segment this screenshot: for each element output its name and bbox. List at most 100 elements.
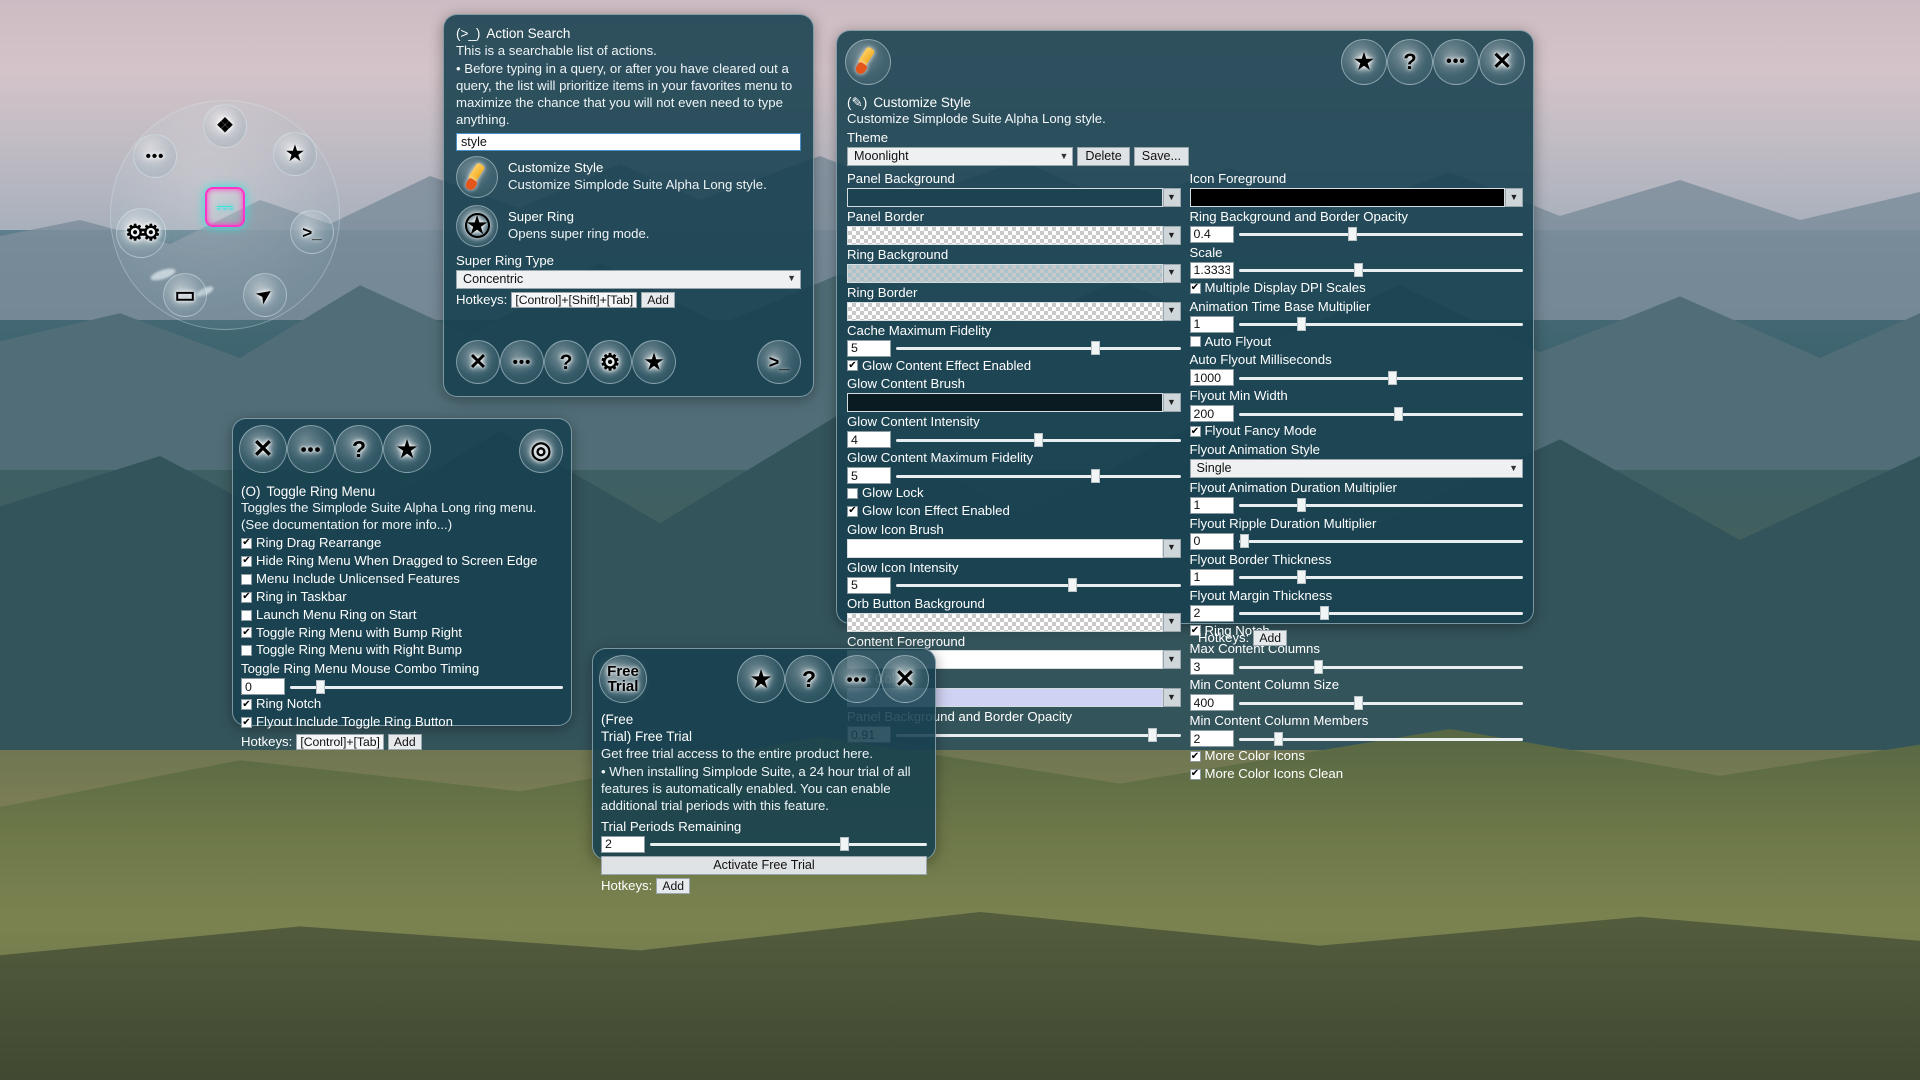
numeric-input[interactable] bbox=[1189, 225, 1234, 243]
action-search-toolbar[interactable]: ✕ ••• ? ⚙ ★ bbox=[456, 340, 676, 384]
toggle-ring-target-button[interactable]: ◎ bbox=[519, 429, 563, 473]
checkbox-row[interactable]: Flyout Fancy Mode bbox=[1189, 423, 1524, 440]
hotkeys-add-button[interactable]: Add bbox=[656, 878, 690, 895]
checkbox[interactable] bbox=[1189, 751, 1201, 763]
checkbox[interactable] bbox=[1189, 336, 1201, 348]
numeric-input[interactable] bbox=[847, 431, 891, 449]
numeric-slider-row[interactable] bbox=[1189, 261, 1523, 279]
color-swatch[interactable] bbox=[847, 393, 1163, 413]
numeric-slider-row[interactable] bbox=[1189, 315, 1523, 333]
help-button[interactable]: ? bbox=[544, 340, 588, 384]
result-item-super-ring[interactable]: ★ Super Ring Opens super ring mode. bbox=[456, 204, 801, 247]
slider-thumb[interactable] bbox=[1240, 534, 1250, 549]
numeric-slider-row[interactable] bbox=[1189, 658, 1523, 676]
slider-thumb[interactable] bbox=[1319, 606, 1329, 621]
chevron-down-icon[interactable]: ▼ bbox=[1162, 301, 1181, 321]
color-swatch[interactable] bbox=[1189, 187, 1505, 207]
slider-thumb[interactable] bbox=[1388, 370, 1398, 385]
checkbox-row[interactable]: Auto Flyout bbox=[1189, 334, 1524, 351]
numeric-slider-row[interactable] bbox=[1189, 604, 1523, 622]
color-swatch[interactable] bbox=[847, 225, 1163, 245]
ring-node-terminal[interactable]: >_ bbox=[290, 210, 334, 254]
free-trial-toolbar[interactable]: ★ ? ••• ✕ bbox=[737, 655, 929, 703]
chevron-down-icon[interactable]: ▼ bbox=[1505, 187, 1523, 207]
ring-node-favorites[interactable]: ★ bbox=[273, 132, 317, 176]
chevron-down-icon[interactable]: ▼ bbox=[1162, 393, 1181, 413]
slider[interactable] bbox=[1238, 606, 1523, 621]
customize-style-orb[interactable] bbox=[845, 39, 891, 85]
checkbox-row[interactable]: Glow Content Effect Enabled bbox=[847, 358, 1181, 375]
numeric-slider-row[interactable] bbox=[1189, 730, 1523, 748]
close-button[interactable]: ✕ bbox=[239, 425, 287, 473]
checkbox[interactable] bbox=[1189, 768, 1201, 780]
checkbox[interactable] bbox=[241, 699, 252, 711]
checkbox[interactable] bbox=[241, 591, 252, 603]
customize-style-titlebar[interactable]: ★ ? ••• ✕ bbox=[1341, 39, 1525, 85]
numeric-input[interactable] bbox=[847, 576, 891, 594]
toggle-ring-menu-panel[interactable]: ✕ ••• ? ★ ◎ (O) Toggle Ring Menu Toggles… bbox=[232, 418, 572, 751]
more-button[interactable]: ••• bbox=[287, 425, 335, 473]
checkbox-row[interactable]: Glow Icon Effect Enabled bbox=[847, 503, 1181, 520]
numeric-input[interactable] bbox=[1189, 568, 1234, 586]
slider[interactable] bbox=[896, 578, 1181, 593]
checkbox[interactable] bbox=[241, 573, 252, 585]
slider[interactable] bbox=[1238, 406, 1523, 421]
checkbox-row[interactable]: Flyout Include Toggle Ring Button bbox=[241, 714, 563, 731]
numeric-input[interactable] bbox=[1189, 532, 1234, 550]
numeric-input[interactable] bbox=[1189, 694, 1234, 712]
numeric-slider-row[interactable] bbox=[1189, 405, 1523, 423]
chevron-down-icon[interactable]: ▼ bbox=[1162, 225, 1181, 245]
close-button[interactable]: ✕ bbox=[1479, 39, 1525, 85]
numeric-slider-row[interactable] bbox=[847, 467, 1181, 485]
checkbox-row[interactable]: Toggle Ring Menu with Bump Right bbox=[241, 625, 563, 642]
color-swatch[interactable] bbox=[847, 301, 1163, 321]
combo-timing-slider[interactable] bbox=[290, 679, 563, 694]
checkbox-row[interactable]: Menu Include Unlicensed Features bbox=[241, 571, 563, 588]
checkbox[interactable] bbox=[1189, 282, 1201, 294]
brush-picker[interactable]: ▼ bbox=[847, 225, 1181, 245]
slider[interactable] bbox=[1238, 534, 1523, 549]
help-button[interactable]: ? bbox=[335, 425, 383, 473]
free-trial-panel[interactable]: Free Trial ★ ? ••• ✕ (Free Trial) Free T… bbox=[592, 648, 936, 895]
brush-picker[interactable]: ▼ bbox=[847, 301, 1181, 321]
more-button[interactable]: ••• bbox=[500, 340, 544, 384]
settings-button[interactable]: ⚙ bbox=[588, 340, 632, 384]
toggle-ring-toolbar[interactable]: ✕ ••• ? ★ bbox=[239, 425, 431, 473]
numeric-slider-row[interactable] bbox=[1189, 496, 1523, 514]
slider-thumb[interactable] bbox=[1393, 406, 1403, 421]
color-swatch[interactable] bbox=[847, 263, 1163, 283]
favorites-button[interactable]: ★ bbox=[1341, 39, 1387, 85]
slider[interactable] bbox=[1238, 731, 1523, 746]
numeric-slider-row[interactable] bbox=[1189, 568, 1523, 586]
hotkeys-add-button[interactable]: Add bbox=[1253, 630, 1287, 647]
numeric-slider-row[interactable] bbox=[847, 339, 1181, 357]
numeric-input[interactable] bbox=[1189, 261, 1234, 279]
slider-thumb[interactable] bbox=[1297, 570, 1307, 585]
delete-theme-button[interactable]: Delete bbox=[1077, 147, 1130, 167]
numeric-input[interactable] bbox=[1189, 604, 1234, 622]
hotkeys-value[interactable]: [Control]+[Tab] bbox=[296, 734, 384, 751]
checkbox-row[interactable]: Launch Menu Ring on Start bbox=[241, 607, 563, 624]
trial-periods-slider[interactable] bbox=[650, 837, 927, 852]
numeric-input[interactable] bbox=[1189, 496, 1234, 514]
select-field[interactable]: Single ▼ bbox=[1189, 458, 1523, 478]
slider[interactable] bbox=[896, 432, 1181, 447]
customize-style-panel[interactable]: ★ ? ••• ✕ (✎) Customize Style Customize … bbox=[836, 30, 1534, 781]
checkbox[interactable] bbox=[1189, 426, 1201, 438]
favorites-button[interactable]: ★ bbox=[632, 340, 676, 384]
numeric-slider-row[interactable] bbox=[1189, 225, 1523, 243]
checkbox[interactable] bbox=[847, 360, 858, 372]
numeric-input[interactable] bbox=[1189, 658, 1234, 676]
more-button[interactable]: ••• bbox=[833, 655, 881, 703]
hotkeys-value[interactable]: [Control]+[Shift]+[Tab] bbox=[511, 292, 638, 309]
numeric-slider-row[interactable] bbox=[1189, 532, 1523, 550]
checkbox-row[interactable]: Multiple Display DPI Scales bbox=[1189, 280, 1524, 297]
checkbox[interactable] bbox=[241, 537, 252, 549]
chevron-down-icon[interactable]: ▼ bbox=[1162, 688, 1181, 708]
combo-timing-input[interactable] bbox=[241, 678, 285, 696]
numeric-slider-row[interactable] bbox=[1189, 694, 1523, 712]
slider-thumb[interactable] bbox=[1274, 731, 1284, 746]
brush-picker[interactable]: ▼ bbox=[847, 187, 1181, 207]
slider-thumb[interactable] bbox=[316, 679, 326, 694]
checkbox-row[interactable]: More Color Icons bbox=[1189, 748, 1524, 765]
